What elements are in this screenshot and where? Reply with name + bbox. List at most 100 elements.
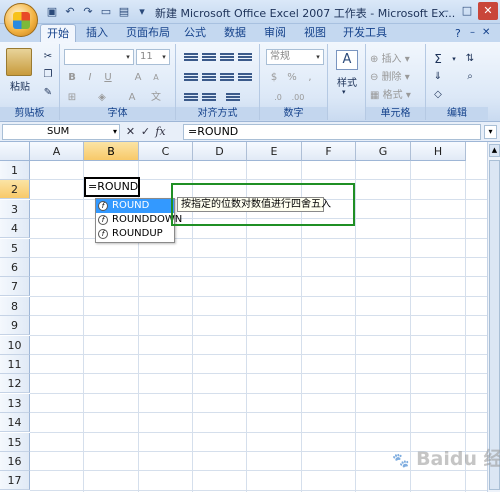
delete-cells-button[interactable]: ⊖ 删除 ▾ (370, 68, 424, 83)
align-left-icon[interactable] (184, 72, 198, 84)
column-header-g[interactable]: G (356, 142, 411, 161)
column-header-a[interactable]: A (30, 142, 84, 161)
copy-icon[interactable]: ❐ (40, 66, 56, 82)
fill-icon[interactable]: ⇓ (430, 68, 446, 84)
styles-icon[interactable]: A (336, 50, 358, 70)
row-header-1[interactable]: 1 (0, 161, 30, 180)
row-header-17[interactable]: 17 (0, 471, 30, 490)
merge-center-icon[interactable] (226, 92, 240, 104)
formula-input[interactable]: =ROUND (183, 124, 481, 140)
paste-button[interactable]: 粘贴 (6, 78, 34, 93)
insert-function-icon[interactable]: fx (154, 124, 167, 140)
row-header-7[interactable]: 7 (0, 277, 30, 296)
new-doc-icon[interactable]: ▭ (98, 4, 114, 20)
comma-icon[interactable]: , (302, 69, 318, 85)
column-header-d[interactable]: D (193, 142, 247, 161)
bold-icon[interactable]: B (64, 69, 80, 85)
row-header-3[interactable]: 3 (0, 200, 30, 219)
currency-icon[interactable]: $ (266, 69, 282, 85)
increase-decimal-icon[interactable]: .0 (270, 89, 286, 105)
wrap-text-icon[interactable] (238, 72, 252, 84)
row-header-2[interactable]: 2 (0, 180, 30, 199)
save-icon[interactable]: ▣ (44, 4, 60, 20)
office-button[interactable] (4, 3, 38, 37)
phonetic-icon[interactable]: 文 (148, 89, 164, 105)
row-header-4[interactable]: 4 (0, 219, 30, 238)
formula-bar-expand-icon[interactable]: ▾ (484, 125, 497, 139)
minimize-icon[interactable]: – (436, 2, 456, 20)
border-icon[interactable]: ⊞ (64, 89, 80, 105)
maximize-icon[interactable]: □ (457, 2, 477, 20)
close-icon[interactable]: ✕ (478, 2, 498, 20)
find-select-icon[interactable]: ⌕ (462, 68, 478, 84)
autocomplete-item[interactable]: f ROUNDUP (96, 227, 174, 241)
scroll-up-icon[interactable]: ▲ (489, 144, 500, 157)
autocomplete-item[interactable]: f ROUND (96, 199, 174, 213)
row-header-11[interactable]: 11 (0, 355, 30, 374)
redo-icon[interactable]: ↷ (80, 4, 96, 20)
column-header-e[interactable]: E (247, 142, 302, 161)
tab-data[interactable]: 数据 (220, 24, 250, 42)
tab-insert[interactable]: 插入 (82, 24, 112, 42)
align-middle-icon[interactable] (202, 52, 216, 64)
column-header-c[interactable]: C (139, 142, 193, 161)
ribbon-minimize-icon[interactable]: – (470, 27, 475, 38)
autosum-icon[interactable]: Σ (430, 50, 446, 66)
italic-icon[interactable]: I (82, 69, 98, 85)
row-header-12[interactable]: 12 (0, 374, 30, 393)
name-box[interactable]: SUM ▾ (2, 124, 120, 140)
qat-more-icon[interactable]: ▾ (134, 4, 150, 20)
column-header-b[interactable]: B (84, 142, 139, 161)
number-format-combo[interactable]: 常规 ▾ (266, 49, 324, 65)
undo-icon[interactable]: ↶ (62, 4, 78, 20)
orientation-icon[interactable] (238, 52, 252, 64)
column-header-f[interactable]: F (302, 142, 356, 161)
scroll-thumb[interactable] (489, 160, 500, 490)
grow-font-icon[interactable]: A (130, 69, 146, 85)
autocomplete-item[interactable]: f ROUNDDOWN (96, 213, 182, 227)
align-right-icon[interactable] (220, 72, 234, 84)
increase-indent-icon[interactable] (202, 92, 216, 104)
fill-color-icon[interactable]: ◈ (94, 89, 110, 105)
name-box-dropdown-icon[interactable]: ▾ (113, 125, 117, 139)
sort-filter-icon[interactable]: ⇅ (462, 50, 478, 66)
row-header-8[interactable]: 8 (0, 297, 30, 316)
underline-icon[interactable]: U (100, 69, 116, 85)
tab-formulas[interactable]: 公式 (180, 24, 210, 42)
print-preview-icon[interactable]: ▤ (116, 4, 132, 20)
paste-icon[interactable] (6, 48, 32, 76)
align-center-icon[interactable] (202, 72, 216, 84)
format-painter-icon[interactable]: ✎ (40, 84, 56, 100)
insert-cells-button[interactable]: ⊕ 插入 ▾ (370, 50, 424, 65)
select-all-corner[interactable] (0, 142, 30, 161)
tab-view[interactable]: 视图 (300, 24, 330, 42)
tab-page-layout[interactable]: 页面布局 (122, 24, 174, 42)
clear-icon[interactable]: ◇ (430, 86, 446, 102)
styles-button[interactable]: 样式 (330, 74, 364, 89)
styles-dropdown-icon[interactable]: ▾ (342, 88, 346, 96)
cut-icon[interactable]: ✂ (40, 48, 56, 64)
tab-home[interactable]: 开始 (40, 24, 76, 42)
tab-review[interactable]: 审阅 (260, 24, 290, 42)
row-header-6[interactable]: 6 (0, 258, 30, 277)
autosum-dropdown-icon[interactable]: ▾ (446, 50, 462, 66)
row-header-15[interactable]: 15 (0, 433, 30, 452)
shrink-font-icon[interactable]: A (148, 69, 164, 85)
decrease-indent-icon[interactable] (184, 92, 198, 104)
row-header-13[interactable]: 13 (0, 394, 30, 413)
help-icon[interactable]: ? (455, 27, 461, 40)
formula-enter-icon[interactable]: ✓ (139, 124, 152, 140)
row-header-16[interactable]: 16 (0, 452, 30, 471)
align-top-icon[interactable] (184, 52, 198, 64)
row-header-5[interactable]: 5 (0, 239, 30, 258)
row-header-10[interactable]: 10 (0, 336, 30, 355)
column-header-h[interactable]: H (411, 142, 466, 161)
formula-cancel-icon[interactable]: ✕ (124, 124, 137, 140)
format-cells-button[interactable]: ▦ 格式 ▾ (370, 86, 424, 101)
row-header-9[interactable]: 9 (0, 316, 30, 335)
active-cell-b2[interactable]: =ROUND (84, 177, 141, 197)
font-size-combo[interactable]: 11 ▾ (136, 49, 170, 65)
tab-developer[interactable]: 开发工具 (340, 24, 390, 42)
decrease-decimal-icon[interactable]: .00 (290, 89, 306, 105)
row-header-14[interactable]: 14 (0, 413, 30, 432)
